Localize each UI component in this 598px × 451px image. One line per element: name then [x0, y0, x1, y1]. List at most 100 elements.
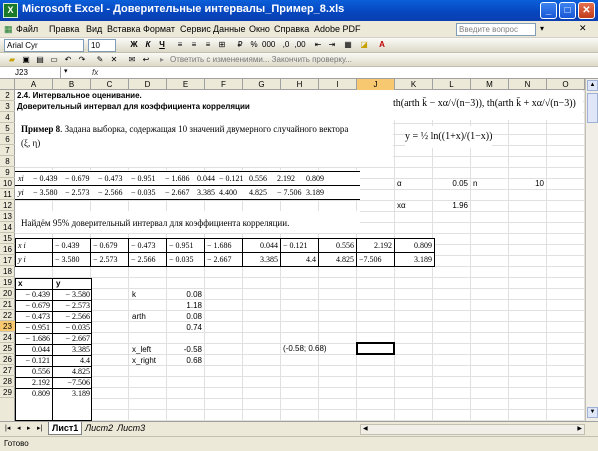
row-header[interactable]: 13: [0, 211, 15, 222]
pair-x-cell[interactable]: − 0.679: [16, 300, 50, 311]
pair-x-cell[interactable]: − 1.686: [16, 333, 50, 344]
pair-y-cell[interactable]: 4.825: [54, 366, 90, 377]
review-icon[interactable]: ▸: [156, 54, 168, 66]
y-cell[interactable]: − 2.566: [131, 254, 156, 265]
row-header[interactable]: 17: [0, 255, 15, 266]
column-header-e[interactable]: E: [167, 79, 205, 90]
menu-format[interactable]: Формат: [143, 24, 175, 34]
help-search-input[interactable]: Введите вопрос: [456, 23, 536, 36]
row-header[interactable]: 8: [0, 156, 15, 167]
send-icon[interactable]: ✉: [126, 54, 138, 66]
workbook-icon[interactable]: ▦: [4, 24, 13, 35]
menu-help[interactable]: Справка: [274, 24, 309, 34]
column-header-b[interactable]: B: [53, 79, 91, 90]
vertical-scrollbar[interactable]: ▲ ▼: [585, 79, 598, 421]
x-cell[interactable]: 2.192: [359, 240, 392, 251]
reply-icon[interactable]: ↩: [140, 54, 152, 66]
x-cell[interactable]: − 0.121: [283, 240, 308, 251]
column-header-g[interactable]: G: [243, 79, 281, 90]
horizontal-scrollbar[interactable]: ◀ ▶: [360, 424, 585, 435]
column-header-c[interactable]: C: [91, 79, 129, 90]
pair-x-cell[interactable]: 0.556: [16, 366, 50, 377]
maximize-button[interactable]: □: [559, 2, 576, 19]
row-header[interactable]: 4: [0, 112, 15, 123]
column-header-i[interactable]: I: [319, 79, 357, 90]
scroll-up-icon[interactable]: ▲: [587, 80, 598, 91]
menu-file[interactable]: Файл: [16, 24, 38, 34]
scroll-down-icon[interactable]: ▼: [587, 407, 598, 418]
font-name-select[interactable]: Arial Cyr: [4, 39, 84, 52]
pair-x-cell[interactable]: 0.044: [16, 344, 50, 355]
review-actions-label[interactable]: Ответить с изменениями... Закончить пров…: [170, 55, 352, 64]
delete-comment-icon[interactable]: ✕: [108, 54, 120, 66]
y-cell[interactable]: − 2.667: [207, 254, 232, 265]
row-header[interactable]: 28: [0, 376, 15, 387]
column-header-n[interactable]: N: [509, 79, 547, 90]
row-header[interactable]: 5: [0, 123, 15, 134]
column-header-d[interactable]: D: [129, 79, 167, 90]
tab-sheet1[interactable]: Лист1: [48, 422, 83, 435]
folder-icon[interactable]: ▰: [6, 54, 18, 66]
merge-center-icon[interactable]: ⊞: [216, 39, 228, 51]
pair-y-cell[interactable]: 3.189: [54, 388, 90, 399]
pair-y-cell[interactable]: − 2.573: [54, 300, 90, 311]
row-header[interactable]: 19: [0, 277, 15, 288]
decrease-decimal-icon[interactable]: ,00: [294, 39, 306, 51]
x-cell[interactable]: − 0.439: [55, 240, 80, 251]
menu-data[interactable]: Данные: [213, 24, 246, 34]
calc-value[interactable]: 0.08: [169, 289, 202, 300]
row-header[interactable]: 14: [0, 222, 15, 233]
fx-icon[interactable]: fx: [92, 67, 98, 78]
column-header-h[interactable]: H: [281, 79, 319, 90]
x-cell[interactable]: 0.556: [321, 240, 354, 251]
menu-window[interactable]: Окно: [249, 24, 270, 34]
row-header[interactable]: 22: [0, 310, 15, 321]
y-cell[interactable]: − 2.573: [93, 254, 118, 265]
x-cell[interactable]: − 0.679: [93, 240, 118, 251]
row-header[interactable]: 24: [0, 332, 15, 343]
calc-value[interactable]: 0.08: [169, 311, 202, 322]
y-cell[interactable]: 4.4: [283, 254, 316, 265]
pair-y-cell[interactable]: − 0.035: [54, 322, 90, 333]
comment-icon[interactable]: ▭: [48, 54, 60, 66]
name-box[interactable]: J23: [1, 67, 61, 78]
x-cell[interactable]: 0.044: [245, 240, 278, 251]
row-header[interactable]: 18: [0, 266, 15, 277]
tab-sheet2[interactable]: Лист2: [82, 422, 116, 435]
row-header[interactable]: 25: [0, 343, 15, 354]
row-header[interactable]: 9: [0, 167, 15, 178]
pair-x-cell[interactable]: 0.809: [16, 388, 50, 399]
menu-edit[interactable]: Правка: [49, 24, 79, 34]
pair-y-cell[interactable]: − 2.667: [54, 333, 90, 344]
chevron-down-icon[interactable]: ▾: [540, 24, 544, 33]
prev-sheet-icon[interactable]: ◂: [14, 422, 24, 435]
x-cell[interactable]: − 0.473: [131, 240, 156, 251]
menu-insert[interactable]: Вставка: [107, 24, 140, 34]
pair-y-cell[interactable]: − 2.566: [54, 311, 90, 322]
column-header-l[interactable]: L: [433, 79, 471, 90]
row-header[interactable]: 20: [0, 288, 15, 299]
row-header[interactable]: 12: [0, 200, 15, 211]
pair-y-cell[interactable]: 3.385: [54, 344, 90, 355]
bold-button[interactable]: Ж: [128, 39, 140, 51]
column-header-o[interactable]: O: [547, 79, 585, 90]
y-cell[interactable]: − 3.580: [55, 254, 80, 265]
x-cell[interactable]: − 1.686: [207, 240, 232, 251]
currency-icon[interactable]: ₽: [234, 39, 246, 51]
scroll-left-icon[interactable]: ◀: [363, 425, 368, 432]
font-size-select[interactable]: 10: [88, 39, 116, 52]
align-center-icon[interactable]: ≡: [188, 39, 200, 51]
redo-icon[interactable]: ↷: [76, 54, 88, 66]
thousands-icon[interactable]: 000: [262, 39, 275, 51]
select-all-button[interactable]: [0, 79, 15, 90]
pair-x-cell[interactable]: 2.192: [16, 377, 50, 388]
pair-x-cell[interactable]: − 0.439: [16, 289, 50, 300]
font-color-icon[interactable]: A: [376, 39, 388, 51]
tab-sheet3[interactable]: Лист3: [114, 422, 148, 435]
minimize-button[interactable]: _: [540, 2, 557, 19]
row-header[interactable]: 21: [0, 299, 15, 310]
row-header[interactable]: 27: [0, 365, 15, 376]
borders-icon[interactable]: ▦: [342, 39, 354, 51]
scroll-thumb[interactable]: [587, 93, 598, 123]
row-header[interactable]: 23: [0, 321, 15, 332]
